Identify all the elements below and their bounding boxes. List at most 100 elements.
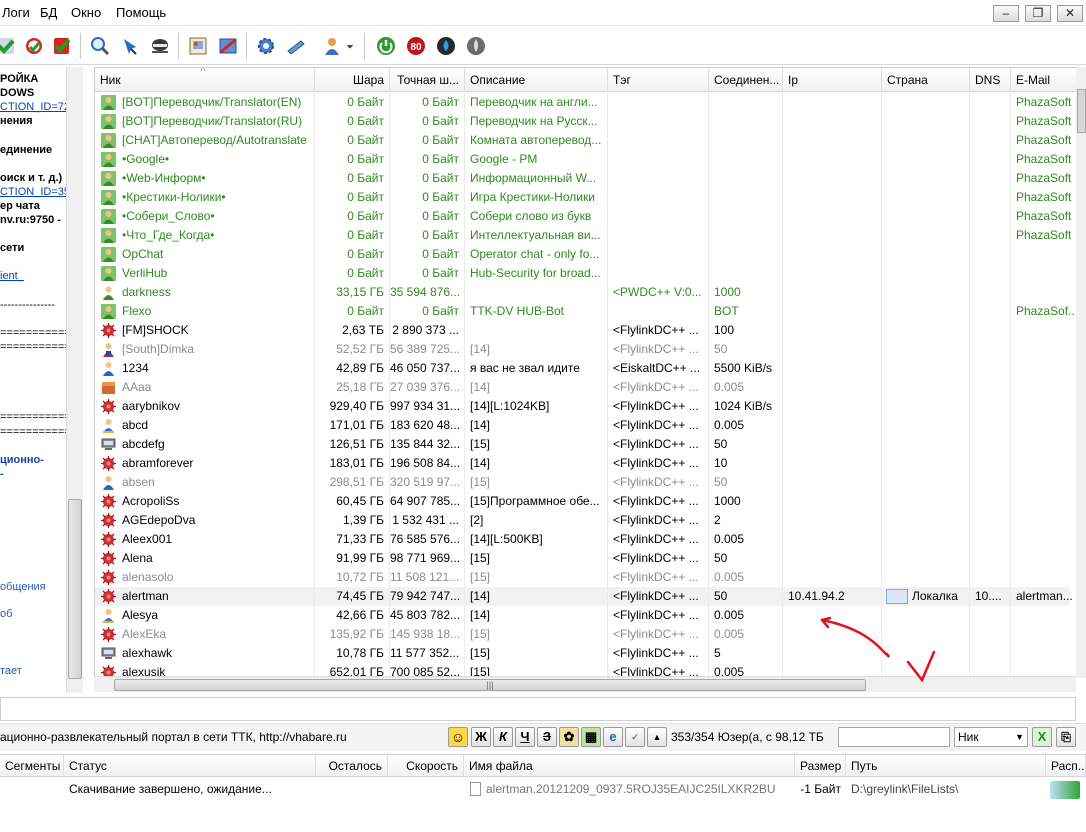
menu-db[interactable]: БД [40,5,57,20]
user-list-vscrollbar[interactable] [1076,67,1086,678]
search-icon[interactable] [88,34,112,58]
transfer-column-distrib[interactable]: Расп... [1046,755,1086,777]
column-header-exact[interactable]: Точная ш... [390,68,465,92]
gear-icon[interactable] [254,34,278,58]
user-row[interactable]: [BOT]Переводчик/Translator(RU) 0 Байт 0 Ба… [95,112,1071,131]
ninja-icon[interactable] [148,34,172,58]
user-row[interactable]: AcropoliSs 60,45 ГБ 64 907 785... [15]Прогр… [95,492,1070,511]
transfer-column-path[interactable]: Путь [846,755,1046,777]
user-row[interactable]: aarybnikov 929,40 ГБ 997 934 31... [14][L:1… [95,397,1070,416]
column-header-conn[interactable]: Соединен... [709,68,783,92]
filter-column-select[interactable]: Ник ▼ [954,727,1028,747]
copy-icon[interactable]: ⎘ [1056,727,1076,747]
ie-link-icon[interactable]: e [603,727,623,747]
user-list-hscroll-thumb[interactable]: ||| [114,679,866,691]
user-icon[interactable] [320,34,344,58]
column-header-tag[interactable]: Тэг [608,68,709,92]
user-row[interactable]: [FM]SHOCK 2,63 ТБ 2 890 373 ... <FlylinkDC+… [95,321,1070,340]
pen-icon[interactable] [284,34,308,58]
transfer-column-segments[interactable]: Сегменты [0,755,64,777]
user-row[interactable]: •Собери_Слово• 0 Байт 0 Байт Собери слово и… [95,207,1071,226]
smiley-icon[interactable]: ☺ [448,727,468,747]
transfer-column-speed[interactable]: Скорость [388,755,464,777]
menu-window[interactable]: Окно [71,5,101,20]
excel-export-icon[interactable]: X [1032,727,1052,747]
user-row[interactable]: [South]Dimka 52,52 ГБ 56 389 725... [14] <Fl… [95,340,1070,359]
checkmark-icon[interactable] [0,34,18,58]
user-row[interactable]: •Крестики-Нолики• 0 Байт 0 Байт Игра Крести… [95,188,1071,207]
hub-info-link[interactable]: CTION_ID=357 [0,186,76,199]
user-row[interactable]: [CHAT]Автоперевод/Autotranslate 0 Байт 0 Б… [95,131,1071,150]
hub-info-link[interactable]: CTION_ID=72 [0,101,70,114]
shadow-icon[interactable] [464,34,488,58]
column-header-dns[interactable]: DNS [970,68,1011,92]
user-list-vscroll-thumb[interactable] [1077,89,1086,133]
user-row[interactable]: alexhawk 10,78 ГБ 11 577 352... [15] <Flylin… [95,644,1070,663]
scroll-up-icon[interactable]: ▲ [647,727,667,747]
transfer-column-remaining[interactable]: Осталось [316,755,388,777]
left-panel-scrollbar[interactable] [66,67,83,693]
menu-logs[interactable]: Логи [2,5,30,20]
menu-help[interactable]: Помощь [116,5,166,20]
user-row[interactable]: Alesya 42,66 ГБ 45 803 782... [14] <FlylinkD… [95,606,1070,625]
cell-desc: Собери слово из букв [465,207,608,226]
notepad-icon[interactable] [186,34,210,58]
user-row[interactable]: alertman 74,45 ГБ 79 942 747... [14] <Flylin… [95,587,1073,606]
transfer-column-filename[interactable]: Имя файла [464,755,795,777]
clock-icon[interactable] [22,34,46,58]
cell-share: 33,15 ГБ [315,283,390,302]
left-panel-scroll-thumb[interactable] [68,499,82,679]
user-row[interactable]: Alena 91,99 ГБ 98 771 969... [15] <FlylinkDC… [95,549,1070,568]
cell-nick: •Собери_Слово• [95,207,315,226]
user-row[interactable]: absen 298,51 ГБ 320 519 97... [15] <FlylinkD… [95,473,1070,492]
user-row[interactable]: 1234 42,89 ГБ 46 050 737... я вас не звал и… [95,359,1070,378]
user-row[interactable]: AlexEka 135,92 ГБ 145 938 18... [15] <Flylin… [95,625,1070,644]
cell-exact: 35 594 876... [390,283,465,302]
transfer-column-size[interactable]: Размер [795,755,846,777]
user-row[interactable]: alenasolo 10,72 ГБ 11 508 121... [15] <Flyli… [95,568,1070,587]
user-list-hscrollbar[interactable]: ||| [94,676,1076,692]
user-row[interactable]: abcd 171,01 ГБ 183 620 48... [14] <FlylinkDC… [95,416,1070,435]
minimize-button[interactable]: – [993,5,1019,22]
bold-button[interactable]: Ж [471,727,491,747]
pin-icon[interactable] [118,34,142,58]
close-button[interactable]: ✕ [1057,5,1083,22]
user-row[interactable]: AAaa 25,18 ГБ 27 039 376... [14] <FlylinkDC+… [95,378,1070,397]
user-row[interactable]: Flexo 0 Байт 0 Байт TTK-DV HUB-Bot BOT PhazaS… [95,302,1078,321]
user-row[interactable]: abramforever 183,01 ГБ 196 508 84... [14] <F… [95,454,1070,473]
cell-ip [783,283,882,302]
filter-input[interactable] [838,727,950,747]
user-row[interactable]: darkness 33,15 ГБ 35 594 876... <PWDC++ V:0… [95,283,1070,302]
column-header-desc[interactable]: Описание [465,68,608,92]
power-icon[interactable] [374,34,398,58]
hub-info-link[interactable]: ient_ [0,270,24,283]
column-header-country[interactable]: Страна [882,68,970,92]
checklist-icon[interactable] [50,34,74,58]
restore-button[interactable]: ❐ [1025,5,1051,22]
column-header-email[interactable]: E-Mail [1011,68,1085,92]
spellcheck-icon[interactable]: ✓ [625,727,645,747]
drop-icon[interactable] [434,34,458,58]
user-row[interactable]: VerliHub 0 Байт 0 Байт Hub-Security for bro… [95,264,1070,283]
column-header-ip[interactable]: Ip [783,68,882,92]
user-row[interactable]: •Web-Информ• 0 Байт 0 Байт Информационный W… [95,169,1071,188]
color-icon[interactable]: ✿ [559,727,579,747]
user-row[interactable]: abcdefg 126,51 ГБ 135 844 32... [15] <Flylin… [95,435,1070,454]
user-row[interactable]: Aleex001 71,33 ГБ 76 585 576... [14][L:500K… [95,530,1070,549]
dropdown-arrow-icon[interactable] [344,34,356,58]
user-row[interactable]: AGEdepoDva 1,39 ГБ 1 532 431 ... [2] <Flylin… [95,511,1070,530]
underline-button[interactable]: Ч [515,727,535,747]
user-row[interactable]: OpChat 0 Байт 0 Байт Operator chat - only f… [95,245,1070,264]
cell-ip [783,321,882,340]
user-row[interactable]: •Что_Где_Когда• 0 Байт 0 Байт Интеллектуаль… [95,226,1071,245]
chat-input[interactable] [0,697,1076,721]
column-header-share[interactable]: Шара [315,68,390,92]
transfer-column-status[interactable]: Статус [64,755,316,777]
strike-button[interactable]: З [537,727,557,747]
user-row[interactable]: [BOT]Переводчик/Translator(EN) 0 Байт 0 Ба… [95,93,1071,112]
speed-limit-icon[interactable]: 80 [404,34,428,58]
user-row[interactable]: •Google• 0 Байт 0 Байт Google - PM PhazaSoft [95,150,1071,169]
split-icon[interactable] [216,34,240,58]
image-icon[interactable]: ▦ [581,727,601,747]
italic-button[interactable]: К [493,727,513,747]
